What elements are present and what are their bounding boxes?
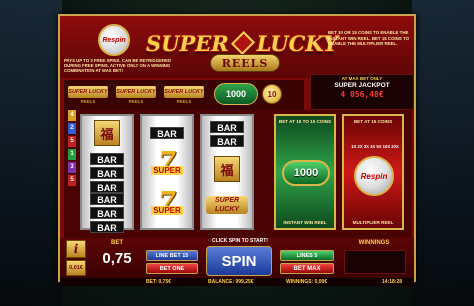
bar-symbol: BAR [90,221,124,233]
fu-icon: 福 [94,120,120,146]
chinese-knot-icon [230,31,255,55]
line-bet-button[interactable]: LINE BET 15 [146,250,198,261]
payline-marker: 2 [68,123,76,134]
casino-backdrop-right [412,0,474,306]
symbol-single-bar: BAR [146,126,188,140]
bar-symbol: BAR [150,127,184,139]
respin-icon: Respin [354,156,394,196]
paytable-item: SUPER LUCKY REELS [114,82,158,108]
bar-symbol: BAR [90,193,124,205]
payline-indicators: 4 2 5 1 3 5 [68,110,76,234]
multiplier-values: 1X 2X 3X 4X 5X 10X 20X [351,144,399,149]
paytable-item: SUPER LUCKY REELS [66,82,110,108]
payline-marker: 5 [68,175,76,186]
paytable-sub: REELS [80,99,96,104]
symbol-fu: 福 [86,120,128,146]
bar-symbol: BAR [210,121,244,133]
paytable-logo: SUPER LUCKY [164,86,204,98]
info-icon: i [73,242,79,256]
respin-rule-text: PAYS UP TO 3 FREE SPINS. CAN BE RETRIGGE… [64,58,172,74]
status-time: 14:18:28 [382,279,403,285]
respin-badge-icon: Respin [98,24,130,56]
coin-prize-value: 1000 [225,89,247,99]
coin-prize-icon: 1000 [214,83,258,105]
game-header: Respin PAYS UP TO 3 FREE SPINS. CAN BE R… [60,16,414,78]
status-bet: BET: 0,75€ [146,279,172,285]
instant-win-reel-label: INSTANT WIN REEL [283,220,327,225]
multiplier-reel-header: BET AT 15 COINS [353,119,393,124]
paytable-sub: REELS [176,99,192,104]
bet-one-button[interactable]: BET ONE [146,263,198,274]
casino-backdrop-left [0,0,62,306]
lines-button[interactable]: LINES 5 [280,250,334,261]
paytable-strip: SUPER LUCKY REELS SUPER LUCKY REELS SUPE… [64,80,304,110]
reel-2: BAR 7 SUPER 7 SUPER [140,114,194,230]
coin-prize-icon: 1000 [282,160,330,186]
logo-reels-label: REELS [221,56,269,70]
logo-word-super: SUPER [146,30,229,56]
symbol-super-seven: 7 SUPER [146,149,188,175]
spin-button[interactable]: SPIN [206,246,272,276]
multiplier-reel: BET AT 15 COINS 1X 2X 3X 4X 5X 10X 20X R… [342,114,404,230]
ten-multiplier-value: 10 [267,89,277,99]
instant-win-reel-header: BET AT 10 TO 15 COINS [278,119,332,124]
logo-word-lucky: LUCKY [256,30,338,56]
fu-icon: 福 [214,156,240,182]
bar-symbol: BAR [90,167,124,179]
symbol-fu: 福 [206,156,248,182]
winnings-display [344,250,406,274]
super-jackpot-panel: AT MAX BET ONLY SUPER JACKPOT 4 056,48€ [310,74,414,110]
jackpot-title: SUPER JACKPOT [334,82,390,89]
symbol-logo: SUPER LUCKY [206,196,248,214]
bet-label: BET [111,240,123,246]
bar-symbol: BAR [90,153,124,165]
payline-marker: 4 [68,110,76,121]
ten-multiplier-icon: 10 [262,84,282,104]
jackpot-value: 4 056,48€ [340,90,384,99]
control-panel: i 0,01€ BET 0,75 LINE BET 15 BET ONE CLI… [60,238,414,278]
paytable-logo: SUPER LUCKY [68,86,108,98]
symbol-triple-bar: BAR BAR BAR [86,152,128,194]
respin-icon-label: Respin [360,171,388,181]
jackpot-bet-note: AT MAX BET ONLY [341,76,383,81]
bet-value: 0,75 [102,250,132,267]
coin-value-button[interactable]: 0,01€ [66,260,86,276]
bar-symbol: BAR [210,135,244,147]
reel-area: 4 2 5 1 3 5 福 BAR BAR BAR BAR BAR BAR BA… [64,110,412,238]
paytable-logo: SUPER LUCKY [116,86,156,98]
status-winnings: WINNINGS: 0,00€ [286,279,328,285]
payline-marker: 5 [68,136,76,147]
status-balance: BALANCE: 999,25€ [208,279,254,285]
bonus-reel-rule-text: BET 10 OR 15 COINS TO ENABLE THE INSTANT… [328,30,410,47]
info-button[interactable]: i [66,240,86,258]
respin-badge-label: Respin [102,36,126,44]
symbol-triple-bar: BAR BAR BAR [86,192,128,234]
bet-max-button[interactable]: BET MAX [280,263,334,274]
spin-hint-text: CLICK SPIN TO START! [212,238,268,244]
multiplier-reel-label: MULTIPLIER REEL [352,220,394,225]
reel-1: 福 BAR BAR BAR BAR BAR BAR [80,114,134,233]
symbol-super-seven: 7 SUPER [146,189,188,215]
super-lucky-logo-symbol: SUPER LUCKY [206,196,248,214]
payline-marker: 3 [68,162,76,173]
game-background: Respin PAYS UP TO 3 FREE SPINS. CAN BE R… [0,0,474,306]
reel-3: BAR BAR 福 SUPER LUCKY [200,114,254,230]
coin-value-label: 0,01€ [69,265,83,271]
instant-win-value: 1000 [293,167,319,179]
super-label: SUPER [151,206,183,215]
bar-symbol: BAR [90,207,124,219]
winnings-label: WINNINGS [358,240,390,246]
paytable-sub: REELS [128,99,144,104]
logo-reels-tag: REELS [210,54,280,72]
paytable-item: SUPER LUCKY REELS [162,82,206,108]
slot-machine-frame: Respin PAYS UP TO 3 FREE SPINS. CAN BE R… [58,14,416,286]
super-label: SUPER [151,166,183,175]
payline-marker: 1 [68,149,76,160]
status-bar: BET: 0,75€ BALANCE: 999,25€ WINNINGS: 0,… [60,278,414,286]
instant-win-reel: BET AT 10 TO 15 COINS 1000 INSTANT WIN R… [274,114,336,230]
symbol-double-bar: BAR BAR [206,120,248,148]
